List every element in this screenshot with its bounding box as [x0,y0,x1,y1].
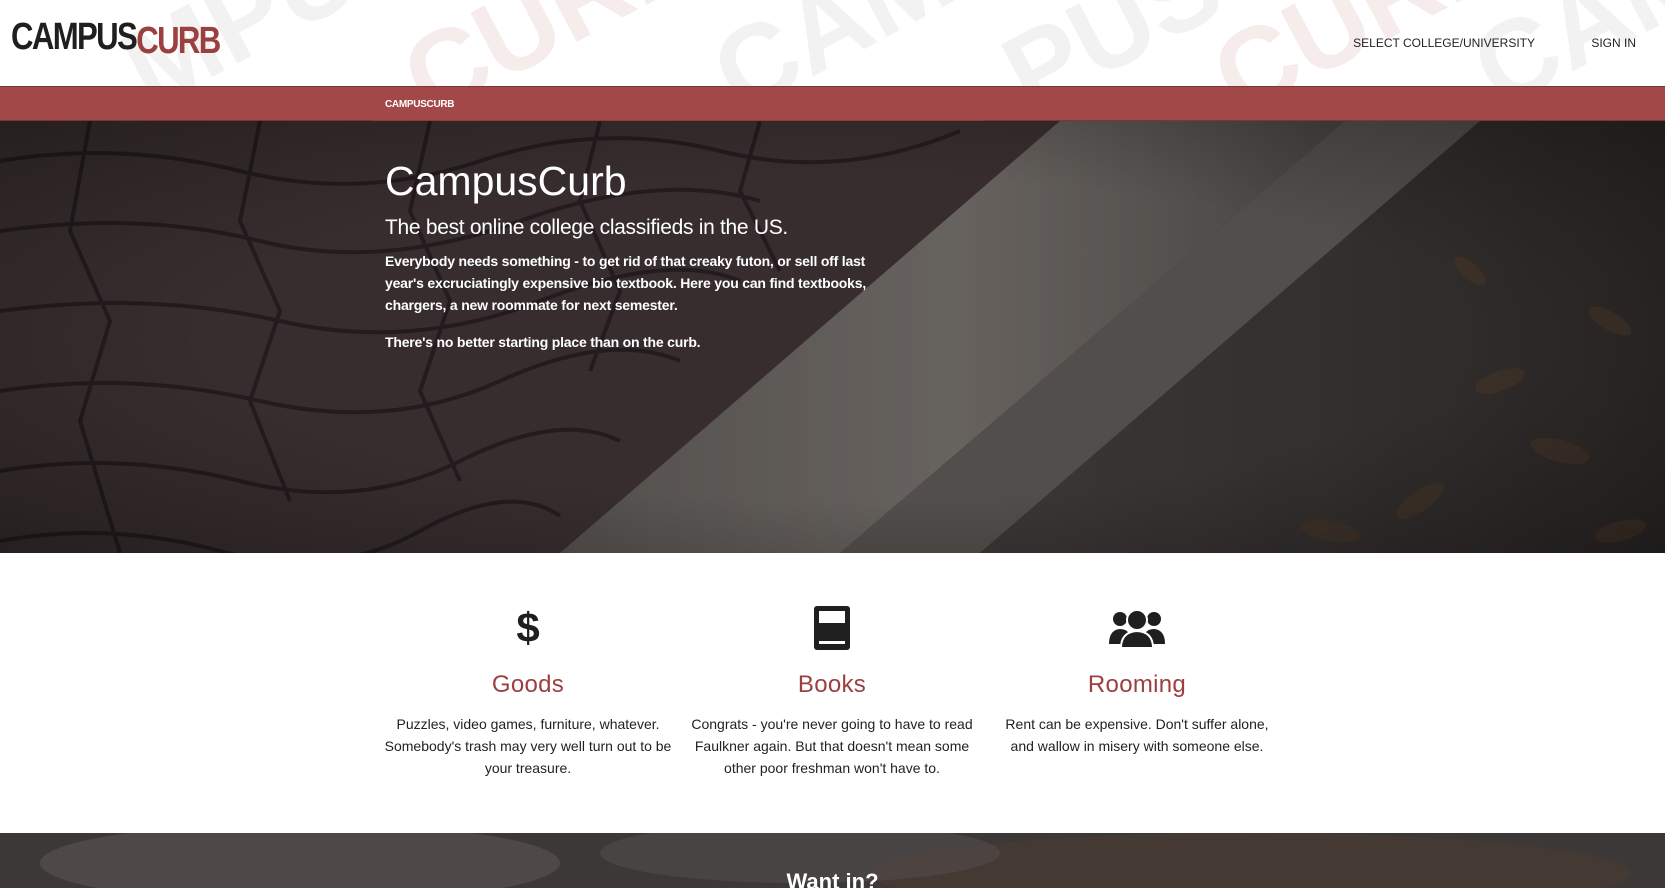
feature-text: Puzzles, video games, furniture, whateve… [384,716,672,776]
cta-section: Want in? [0,833,1665,888]
sign-in-link[interactable]: SIGN IN [1591,36,1636,50]
features-section: $ Goods Puzzles, video games, furniture,… [0,553,1665,833]
feature-title: Rooming [1087,671,1187,698]
site-logo[interactable]: CAMPUSCURB [11,16,221,60]
svg-text:CURB: CURB [384,0,722,86]
hero-section: CampusCurb The best online college class… [0,121,1665,553]
svg-text:CAMP: CAMP [694,0,1038,86]
feature-books: Books Congrats - you're never going to h… [688,603,976,779]
cta-title: Want in? [786,869,879,888]
book-icon [688,603,976,653]
feature-rooming: Rooming Rent can be expensive. Don't suf… [993,603,1281,757]
users-icon [993,603,1281,653]
feature-title: Goods [491,671,565,698]
breadcrumb-bar: CAMPUSCURB [0,86,1665,121]
hero-tagline: There's no better starting place than on… [385,334,701,351]
hero-content: CampusCurb The best online college class… [385,158,905,351]
hero-subtitle: The best online college classifieds in t… [385,216,788,240]
feature-text: Rent can be expensive. Don't suffer alon… [1005,716,1269,754]
logo-campus-text: CAMPUS [11,16,138,58]
feature-title: Books [797,671,867,698]
hero-title: CampusCurb [385,158,627,204]
breadcrumb: CAMPUSCURB [373,87,985,121]
feature-text: Congrats - you're never going to have to… [691,716,973,776]
logo-curb-text: CURB [136,20,221,62]
select-college-link[interactable]: SELECT COLLEGE/UNIVERSITY [1353,36,1535,50]
feature-goods: $ Goods Puzzles, video games, furniture,… [384,603,672,779]
hero-description: Everybody needs something - to get rid o… [385,253,867,314]
site-header: MPUS CURB CAMP PUS CURB CAM CAMPUSCURB S… [0,0,1665,86]
breadcrumb-item-home[interactable]: CAMPUSCURB [385,99,455,110]
dollar-icon: $ [516,604,540,651]
